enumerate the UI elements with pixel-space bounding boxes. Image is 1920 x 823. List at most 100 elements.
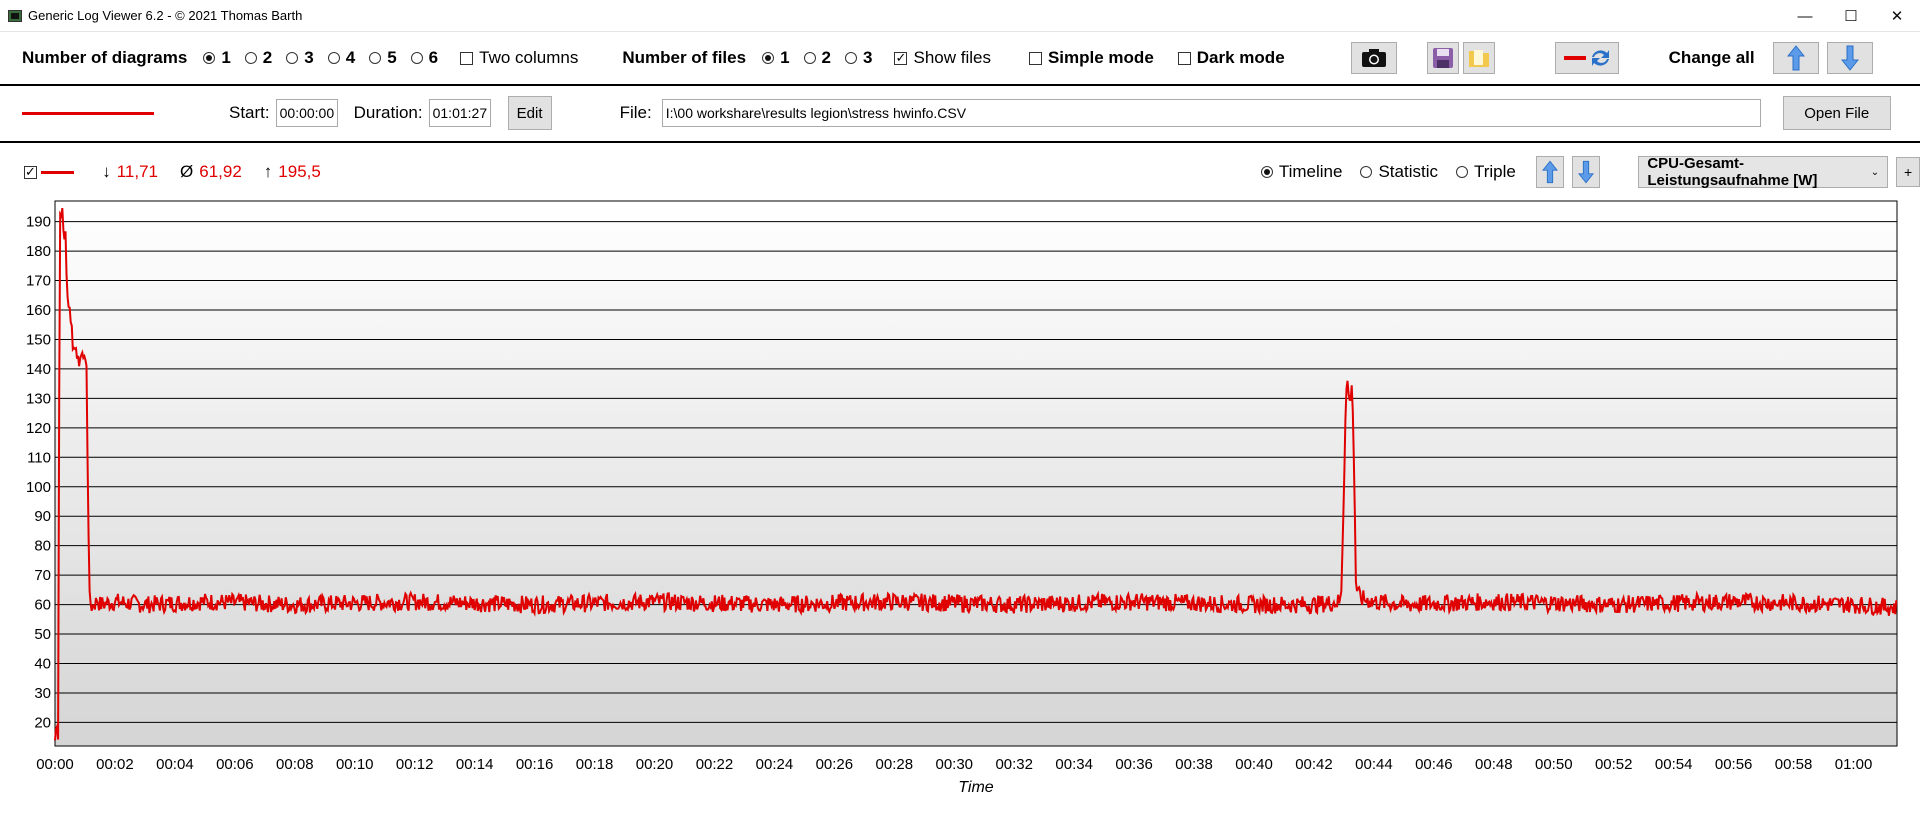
dark-mode-checkbox[interactable]: Dark mode (1177, 48, 1285, 68)
diagrams-radio-5[interactable]: 5 (369, 48, 397, 68)
diagrams-radio-3[interactable]: 3 (286, 48, 314, 68)
files-radio-1[interactable]: 1 (762, 48, 790, 68)
maximize-button[interactable]: ☐ (1828, 0, 1874, 32)
show-files-box[interactable] (894, 50, 908, 66)
y-tick-label: 60 (34, 597, 51, 614)
y-tick-label: 30 (34, 685, 51, 702)
x-tick-label: 00:00 (36, 756, 74, 773)
duration-field[interactable]: 01:01:27 (428, 99, 491, 127)
minimize-button[interactable]: — (1782, 0, 1828, 32)
chart-area: 20 30 40 50 60 70 80 90 100 110 120 130 140 150 160 170… (0, 195, 1920, 818)
y-tick-label: 160 (26, 302, 51, 319)
diagrams-radio-dot[interactable] (203, 52, 216, 64)
two-columns-box[interactable] (460, 51, 474, 65)
folder-icon (1468, 50, 1489, 67)
mode-radio-dot[interactable] (1360, 166, 1373, 178)
x-tick-label: 00:46 (1415, 756, 1453, 773)
add-sensor-button[interactable]: + (1896, 157, 1920, 187)
diagrams-radio-dot[interactable] (286, 52, 299, 64)
files-radio-label: 1 (780, 48, 790, 67)
close-button[interactable]: ✕ (1874, 0, 1920, 32)
diagram-header: ↓ 11,71 Ø 61,92 ↑ 195,5 Timeline Statisti… (0, 152, 1920, 192)
file-count-group: 1 2 3 (748, 48, 872, 68)
x-tick-label: 00:06 (216, 756, 254, 773)
y-tick-label: 170 (26, 273, 51, 290)
move-all-up-button[interactable] (1772, 42, 1819, 74)
dark-mode-box[interactable] (1177, 51, 1191, 65)
diagrams-radio-label: 1 (221, 48, 231, 67)
simple-mode-checkbox[interactable]: Simple mode (1028, 48, 1154, 68)
number-of-files-label: Number of files (622, 48, 747, 67)
open-folder-button[interactable] (1462, 42, 1495, 74)
sensor-select[interactable]: CPU-Gesamt-Leistungsaufnahme [W] ⌄ (1638, 155, 1889, 189)
diagrams-radio-dot[interactable] (327, 52, 340, 64)
move-all-down-button[interactable] (1826, 42, 1873, 74)
simple-mode-box[interactable] (1028, 51, 1042, 65)
two-columns-checkbox[interactable]: Two columns (460, 48, 578, 68)
screenshot-button[interactable] (1350, 42, 1397, 74)
file-label: File: (619, 103, 652, 122)
x-tick-label: 00:04 (156, 756, 194, 773)
file-row-divider (0, 141, 1920, 143)
diagrams-radio-dot[interactable] (244, 52, 257, 64)
files-radio-dot[interactable] (762, 52, 775, 64)
save-button[interactable] (1426, 42, 1459, 74)
edit-button[interactable]: Edit (507, 96, 552, 130)
diagrams-radio-label: 3 (304, 48, 314, 67)
file-line-swatch[interactable] (22, 111, 154, 115)
x-tick-label: 00:16 (516, 756, 554, 773)
max-value: 195,5 (278, 162, 321, 181)
arrow-up-icon (1786, 45, 1805, 71)
mode-radio-timeline[interactable]: Timeline (1260, 162, 1342, 182)
files-radio-label: 2 (821, 48, 832, 67)
series-visible-checkbox[interactable] (24, 164, 41, 180)
x-tick-label: 00:18 (576, 756, 614, 773)
line-color-swap-icon (1563, 50, 1609, 66)
timeline-chart[interactable]: 20 30 40 50 60 70 80 90 100 110 120 130 140 150 160 170… (0, 195, 1920, 818)
plot-background (54, 200, 1898, 747)
y-tick-label: 80 (34, 538, 51, 555)
files-radio-3[interactable]: 3 (845, 48, 872, 68)
diagrams-radio-dot[interactable] (369, 52, 382, 64)
mode-radio-statistic[interactable]: Statistic (1360, 162, 1438, 182)
y-tick-label: 130 (26, 390, 51, 407)
mode-radio-dot[interactable] (1260, 166, 1273, 178)
open-file-button[interactable]: Open File (1782, 96, 1891, 130)
series-line-swatch (41, 170, 75, 174)
diagrams-radio-2[interactable]: 2 (244, 48, 272, 68)
y-tick-label: 110 (27, 449, 51, 466)
x-tick-label: 00:08 (276, 756, 314, 773)
series-visible-box[interactable] (24, 164, 37, 180)
x-tick-label: 00:52 (1595, 756, 1633, 773)
y-tick-label: 90 (34, 508, 51, 525)
x-tick-label: 00:32 (995, 756, 1033, 773)
window-controls: — ☐ ✕ (1782, 0, 1920, 32)
move-diagram-up-button[interactable] (1535, 156, 1565, 188)
diagrams-radio-dot[interactable] (410, 52, 423, 64)
files-radio-2[interactable]: 2 (803, 48, 832, 68)
window-title: Generic Log Viewer 6.2 - © 2021 Thomas B… (28, 8, 303, 23)
move-diagram-down-button[interactable] (1572, 156, 1601, 188)
show-files-label: Show files (913, 48, 991, 67)
x-tick-label: 01:00 (1835, 756, 1873, 773)
file-path-field[interactable]: I:\00 workshare\results legion\stress hw… (661, 99, 1761, 127)
x-tick-label: 00:54 (1655, 756, 1693, 773)
y-tick-label: 140 (26, 361, 51, 378)
x-axis-ticks: 00:00 00:02 00:04 00:06 00:08 00:10 00:12 00:14… (36, 756, 1872, 773)
x-tick-label: 00:22 (696, 756, 734, 773)
view-mode-group: Timeline Statistic Triple (1243, 162, 1516, 182)
chevron-down-icon: ⌄ (1870, 166, 1880, 178)
mode-radio-triple[interactable]: Triple (1455, 162, 1516, 182)
files-radio-dot[interactable] (845, 52, 858, 64)
file-row: Start: 00:00:00 Duration: 01:01:27 Edit … (0, 87, 1920, 139)
start-field[interactable]: 00:00:00 (275, 99, 338, 127)
diagrams-radio-4[interactable]: 4 (327, 48, 355, 68)
mode-radio-dot[interactable] (1455, 166, 1468, 178)
diagrams-radio-6[interactable]: 6 (410, 48, 438, 68)
change-color-button[interactable] (1554, 42, 1619, 74)
show-files-checkbox[interactable]: Show files (894, 48, 991, 68)
x-tick-label: 00:02 (96, 756, 134, 773)
diagrams-radio-1[interactable]: 1 (203, 48, 231, 68)
files-radio-dot[interactable] (803, 52, 816, 64)
x-axis-label: Time (958, 779, 994, 796)
